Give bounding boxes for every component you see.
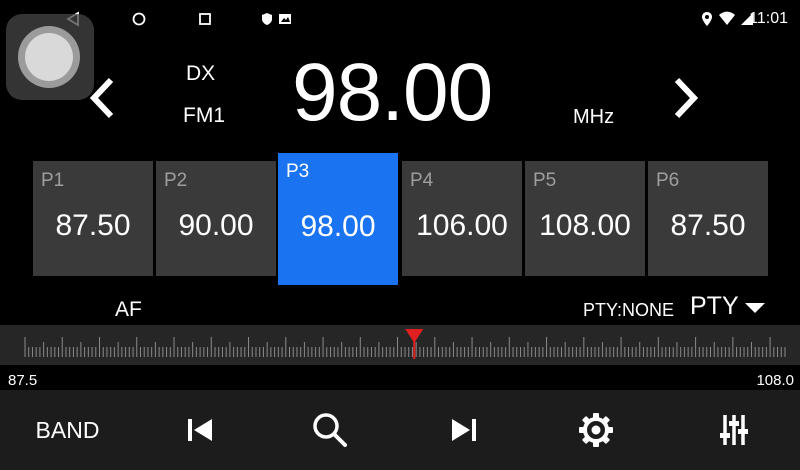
- status-bar: 11:01: [0, 0, 800, 38]
- skip-next-icon[interactable]: [440, 390, 488, 470]
- status-time: 11:01: [749, 10, 788, 27]
- preset-frequency: 90.00: [178, 209, 254, 242]
- band-button[interactable]: BAND: [20, 390, 115, 470]
- preset-name: P2: [164, 170, 188, 191]
- floating-assist-button[interactable]: [6, 14, 94, 100]
- caret-down-icon: [744, 302, 765, 313]
- scale-ticks: [24, 337, 786, 357]
- preset-name: P6: [656, 170, 680, 191]
- preset-p1[interactable]: P1 87.50: [33, 161, 153, 276]
- preset-frequency: 106.00: [416, 209, 508, 242]
- preset-p5[interactable]: P5 108.00: [525, 161, 645, 276]
- preset-frequency: 98.00: [300, 210, 376, 243]
- preset-p6[interactable]: P6 87.50: [648, 161, 768, 276]
- preset-name: P1: [41, 170, 65, 191]
- chevron-left-icon[interactable]: [82, 70, 122, 126]
- frequency-unit: MHz: [573, 106, 615, 128]
- preset-frequency: 87.50: [670, 209, 746, 242]
- preset-name: P5: [533, 170, 557, 191]
- tuning-scale-graphic: [24, 329, 786, 359]
- preset-p2[interactable]: P2 90.00: [156, 161, 276, 276]
- preset-frequency: 87.50: [55, 209, 131, 242]
- dx-mode-label[interactable]: DX: [186, 62, 215, 86]
- pty-dropdown-label: PTY: [690, 292, 739, 320]
- pty-status: PTY:NONE: [583, 300, 675, 320]
- image-icon: [274, 8, 296, 30]
- home-circle-icon[interactable]: [128, 8, 150, 30]
- band-label: FM1: [183, 104, 225, 127]
- frequency-marker-icon[interactable]: [405, 329, 424, 343]
- wifi-icon: [716, 8, 738, 30]
- bottom-toolbar: BAND: [0, 390, 800, 470]
- preset-p3[interactable]: P3 98.00: [278, 153, 398, 285]
- scale-min-label: 87.5: [8, 372, 38, 389]
- af-toggle[interactable]: AF: [115, 298, 142, 322]
- skip-previous-icon[interactable]: [176, 390, 224, 470]
- preset-p4[interactable]: P4 106.00: [402, 161, 522, 276]
- preset-frequency: 108.00: [539, 209, 631, 242]
- preset-name: P4: [410, 170, 434, 191]
- scale-max-label: 108.0: [756, 372, 794, 389]
- tuning-scale[interactable]: [0, 325, 800, 365]
- preset-name: P3: [286, 161, 310, 182]
- equalizer-icon[interactable]: [710, 390, 758, 470]
- settings-gear-icon[interactable]: [572, 390, 620, 470]
- chevron-right-icon[interactable]: [666, 70, 706, 126]
- search-icon[interactable]: [306, 390, 354, 470]
- current-frequency: 98.00: [292, 47, 493, 138]
- assist-inner-circle: [25, 33, 73, 81]
- recents-square-icon[interactable]: [194, 8, 216, 30]
- pty-dropdown[interactable]: PTY: [690, 292, 765, 321]
- location-icon: [696, 8, 718, 30]
